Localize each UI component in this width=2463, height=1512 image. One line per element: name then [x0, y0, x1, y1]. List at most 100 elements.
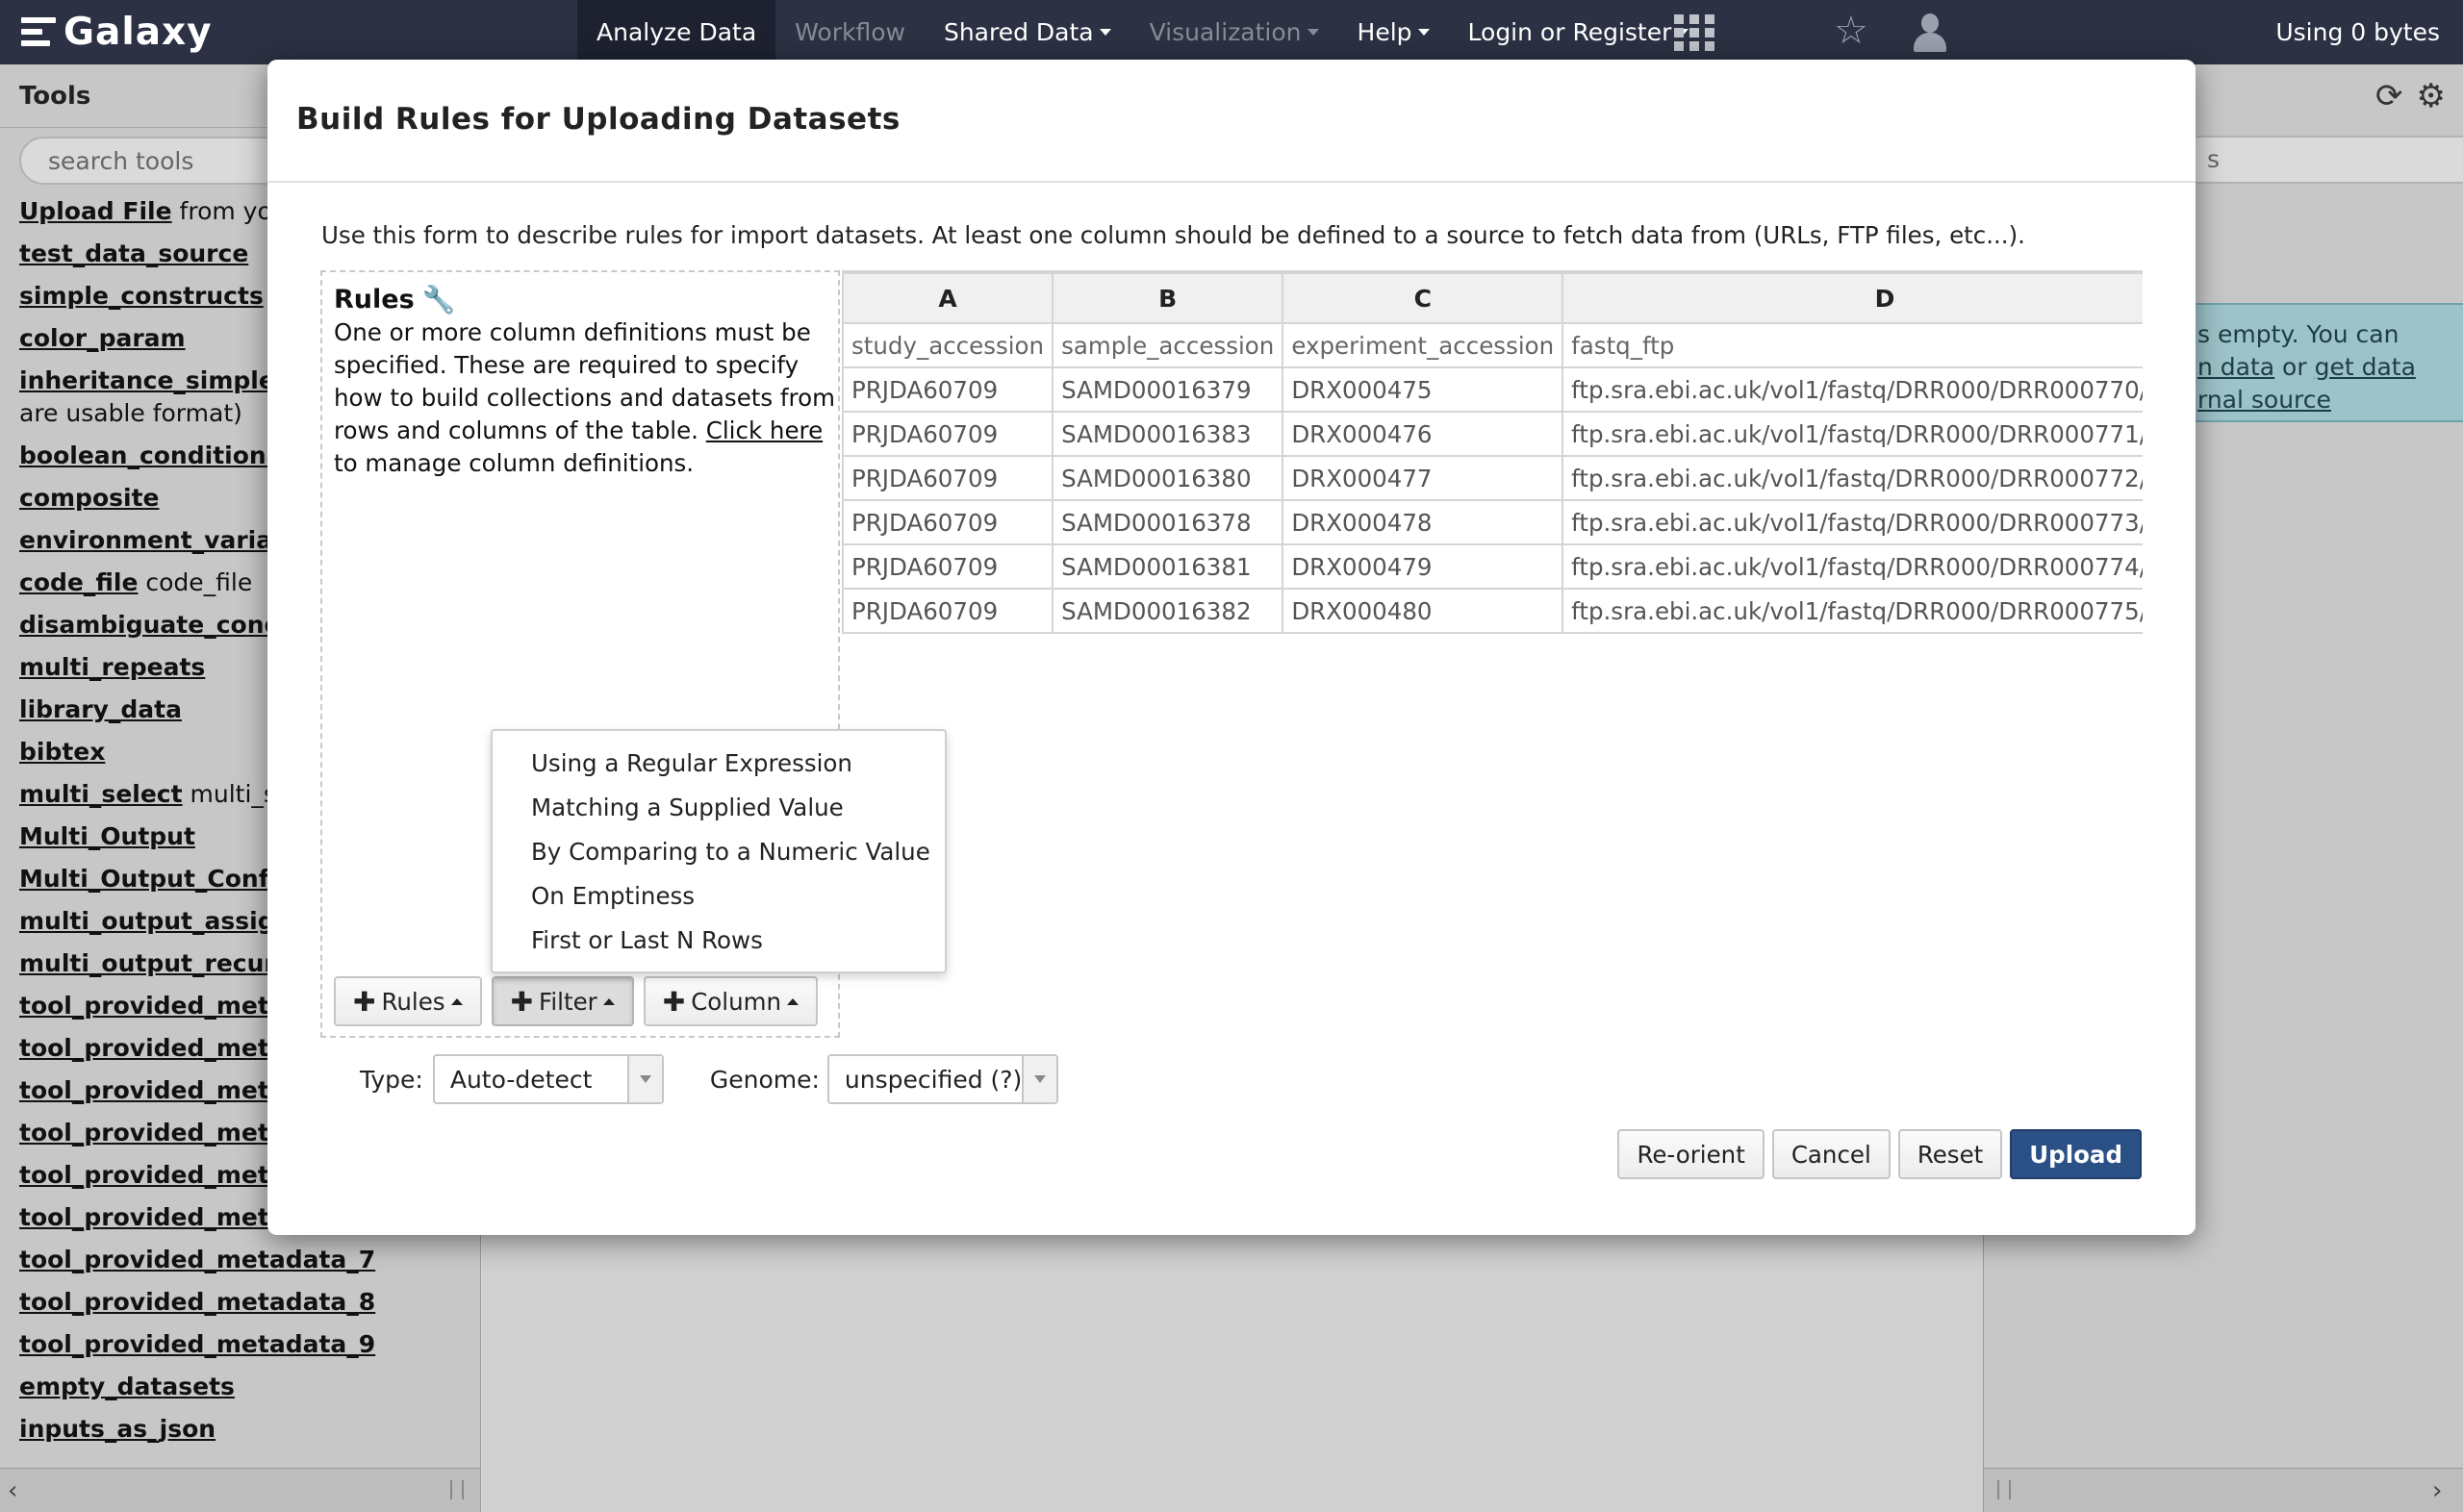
tool-link[interactable]: code_file: [19, 568, 138, 596]
column-header[interactable]: C: [1282, 272, 1564, 324]
tool-link[interactable]: tool_provided_metad: [19, 1161, 303, 1189]
table-cell: DRX000477: [1282, 455, 1564, 501]
add-rules-button[interactable]: ✚ Rules: [334, 976, 482, 1026]
modal-intro-text: Use this form to describe rules for impo…: [321, 221, 2025, 249]
table-cell: DRX000480: [1282, 588, 1564, 634]
get-data-link[interactable]: get data: [2315, 353, 2416, 381]
table-cell: fastq_ftp: [1562, 322, 2143, 368]
scroll-left-icon[interactable]: ‹: [8, 1476, 17, 1505]
table-cell: DRX000478: [1282, 499, 1564, 545]
tool-link[interactable]: tool_provided_metad: [19, 992, 303, 1020]
tool-link[interactable]: multi_output_recurse: [19, 949, 307, 977]
table-cell: ftp.sra.ebi.ac.uk/vol1/fastq/DRR000/DRR0…: [1562, 411, 2143, 457]
external-source-link[interactable]: rnal source: [2197, 386, 2331, 414]
type-select[interactable]: Auto-detect: [432, 1054, 664, 1104]
brand[interactable]: Galaxy: [21, 8, 213, 56]
filter-menu-item[interactable]: Matching a Supplied Value: [493, 785, 945, 829]
history-search-text: s: [2207, 145, 2221, 173]
add-filter-button[interactable]: ✚ Filter: [491, 976, 634, 1026]
tool-link[interactable]: tool_provided_metadata_7: [19, 1246, 375, 1273]
nav-item[interactable]: Shared Data: [925, 0, 1130, 64]
tool-link[interactable]: Multi_Output: [19, 822, 195, 850]
upload-data-link[interactable]: n data: [2197, 353, 2274, 381]
tool-link[interactable]: tool_provided_metadata_9: [19, 1330, 375, 1358]
tool-link[interactable]: composite: [19, 484, 159, 512]
history-empty-text: s empty. You can: [2197, 320, 2400, 348]
reorient-button[interactable]: Re-orient: [1617, 1129, 1765, 1179]
star-icon[interactable]: ☆: [1834, 10, 1868, 52]
table-cell: DRX000476: [1282, 411, 1564, 457]
table-cell: study_accession: [842, 322, 1054, 368]
column-header[interactable]: A: [842, 272, 1054, 324]
tool-link[interactable]: disambiguate_cond: [19, 611, 281, 639]
scroll-right-icon[interactable]: ›: [2432, 1476, 2442, 1505]
genome-select[interactable]: unspecified (?): [826, 1054, 1058, 1104]
tool-link[interactable]: inheritance_simple: [19, 366, 275, 394]
wrench-icon[interactable]: 🔧: [422, 284, 456, 315]
refresh-icon[interactable]: ⟳: [2375, 80, 2403, 113]
tool-link[interactable]: inputs_as_json: [19, 1415, 216, 1443]
nav-item-label: Visualization: [1149, 18, 1302, 46]
tool-link[interactable]: multi_select: [19, 780, 183, 808]
tool-link[interactable]: library_data: [19, 695, 182, 723]
galaxy-logo-icon: [21, 15, 56, 48]
history-panel-scrollbar[interactable]: ›: [1984, 1468, 2463, 1512]
manage-columns-link[interactable]: Click here: [706, 416, 823, 444]
tool-link[interactable]: tool_provided_metad: [19, 1119, 303, 1147]
filter-menu-item[interactable]: By Comparing to a Numeric Value: [493, 829, 945, 873]
add-column-button[interactable]: ✚ Column: [643, 976, 819, 1026]
table-cell: SAMD00016381: [1052, 543, 1284, 590]
tool-link[interactable]: bibtex: [19, 738, 105, 766]
apps-grid-icon[interactable]: [1674, 14, 1714, 51]
plus-icon: ✚: [510, 985, 534, 1018]
tool-link[interactable]: tool_provided_metad: [19, 1076, 303, 1104]
nav-item[interactable]: Workflow: [775, 0, 925, 64]
table-cell: PRJDA60709: [842, 411, 1054, 457]
tool-link[interactable]: multi_repeats: [19, 653, 205, 681]
table-cell: SAMD00016380: [1052, 455, 1284, 501]
caret-up-icon: [787, 997, 800, 1005]
modal-title: Build Rules for Uploading Datasets: [296, 102, 901, 137]
history-or-text: or: [2274, 353, 2315, 381]
tool-link[interactable]: tool_provided_metadata_8: [19, 1288, 375, 1316]
filter-menu-item[interactable]: On Emptiness: [493, 873, 945, 918]
tool-link[interactable]: Upload File: [19, 197, 172, 225]
tool-description: code_file: [138, 568, 253, 596]
upload-button[interactable]: Upload: [2010, 1129, 2142, 1179]
scroll-grip-icon[interactable]: [450, 1480, 464, 1499]
tool-link[interactable]: multi_output_assign: [19, 907, 292, 935]
nav-item[interactable]: Login or Register: [1449, 0, 1709, 64]
table-cell: PRJDA60709: [842, 366, 1054, 413]
gear-icon[interactable]: ⚙: [2417, 80, 2446, 113]
filter-dropdown-menu: Using a Regular Expression Matching a Sup…: [491, 729, 947, 973]
tool-panel-scrollbar[interactable]: ‹: [0, 1468, 480, 1512]
modal-footer: Re-orient Cancel Reset Upload: [1617, 1129, 2142, 1179]
tool-link[interactable]: color_param: [19, 324, 186, 352]
tool-link[interactable]: empty_datasets: [19, 1373, 235, 1400]
reset-button[interactable]: Reset: [1897, 1129, 2003, 1179]
tool-link[interactable]: test_data_source: [19, 239, 248, 267]
column-header[interactable]: D: [1562, 272, 2143, 324]
table-row: PRJDA60709 SAMD00016379 DRX000475 ftp.sra.e…: [842, 366, 2143, 413]
modal-header: Build Rules for Uploading Datasets: [267, 60, 2196, 183]
tool-link[interactable]: boolean_conditional: [19, 441, 291, 469]
tool-link[interactable]: tool_provided_metad: [19, 1034, 303, 1062]
filter-menu-item[interactable]: First or Last N Rows: [493, 918, 945, 962]
add-column-label: Column: [691, 987, 782, 1016]
tool-item: inputs_as_json: [19, 1408, 462, 1450]
type-select-value: Auto-detect: [449, 1065, 593, 1094]
data-grid: ABCD study_accession sample_accession expe…: [842, 270, 2143, 634]
cancel-button[interactable]: Cancel: [1771, 1129, 1891, 1179]
rules-button-bar: ✚ Rules ✚ Filter ✚ Column: [334, 976, 819, 1026]
filter-menu-item[interactable]: Using a Regular Expression: [493, 741, 945, 785]
nav-item[interactable]: Visualization: [1130, 0, 1338, 64]
nav-item[interactable]: Analyze Data: [577, 0, 776, 64]
table-cell: SAMD00016379: [1052, 366, 1284, 413]
scroll-grip-icon[interactable]: [1997, 1480, 2011, 1499]
user-icon[interactable]: [1911, 12, 1949, 54]
type-label: Type:: [360, 1065, 423, 1094]
tool-link[interactable]: simple_constructs: [19, 282, 264, 310]
nav-item[interactable]: Help: [1338, 0, 1449, 64]
column-header[interactable]: B: [1052, 272, 1284, 324]
add-filter-label: Filter: [539, 987, 597, 1016]
